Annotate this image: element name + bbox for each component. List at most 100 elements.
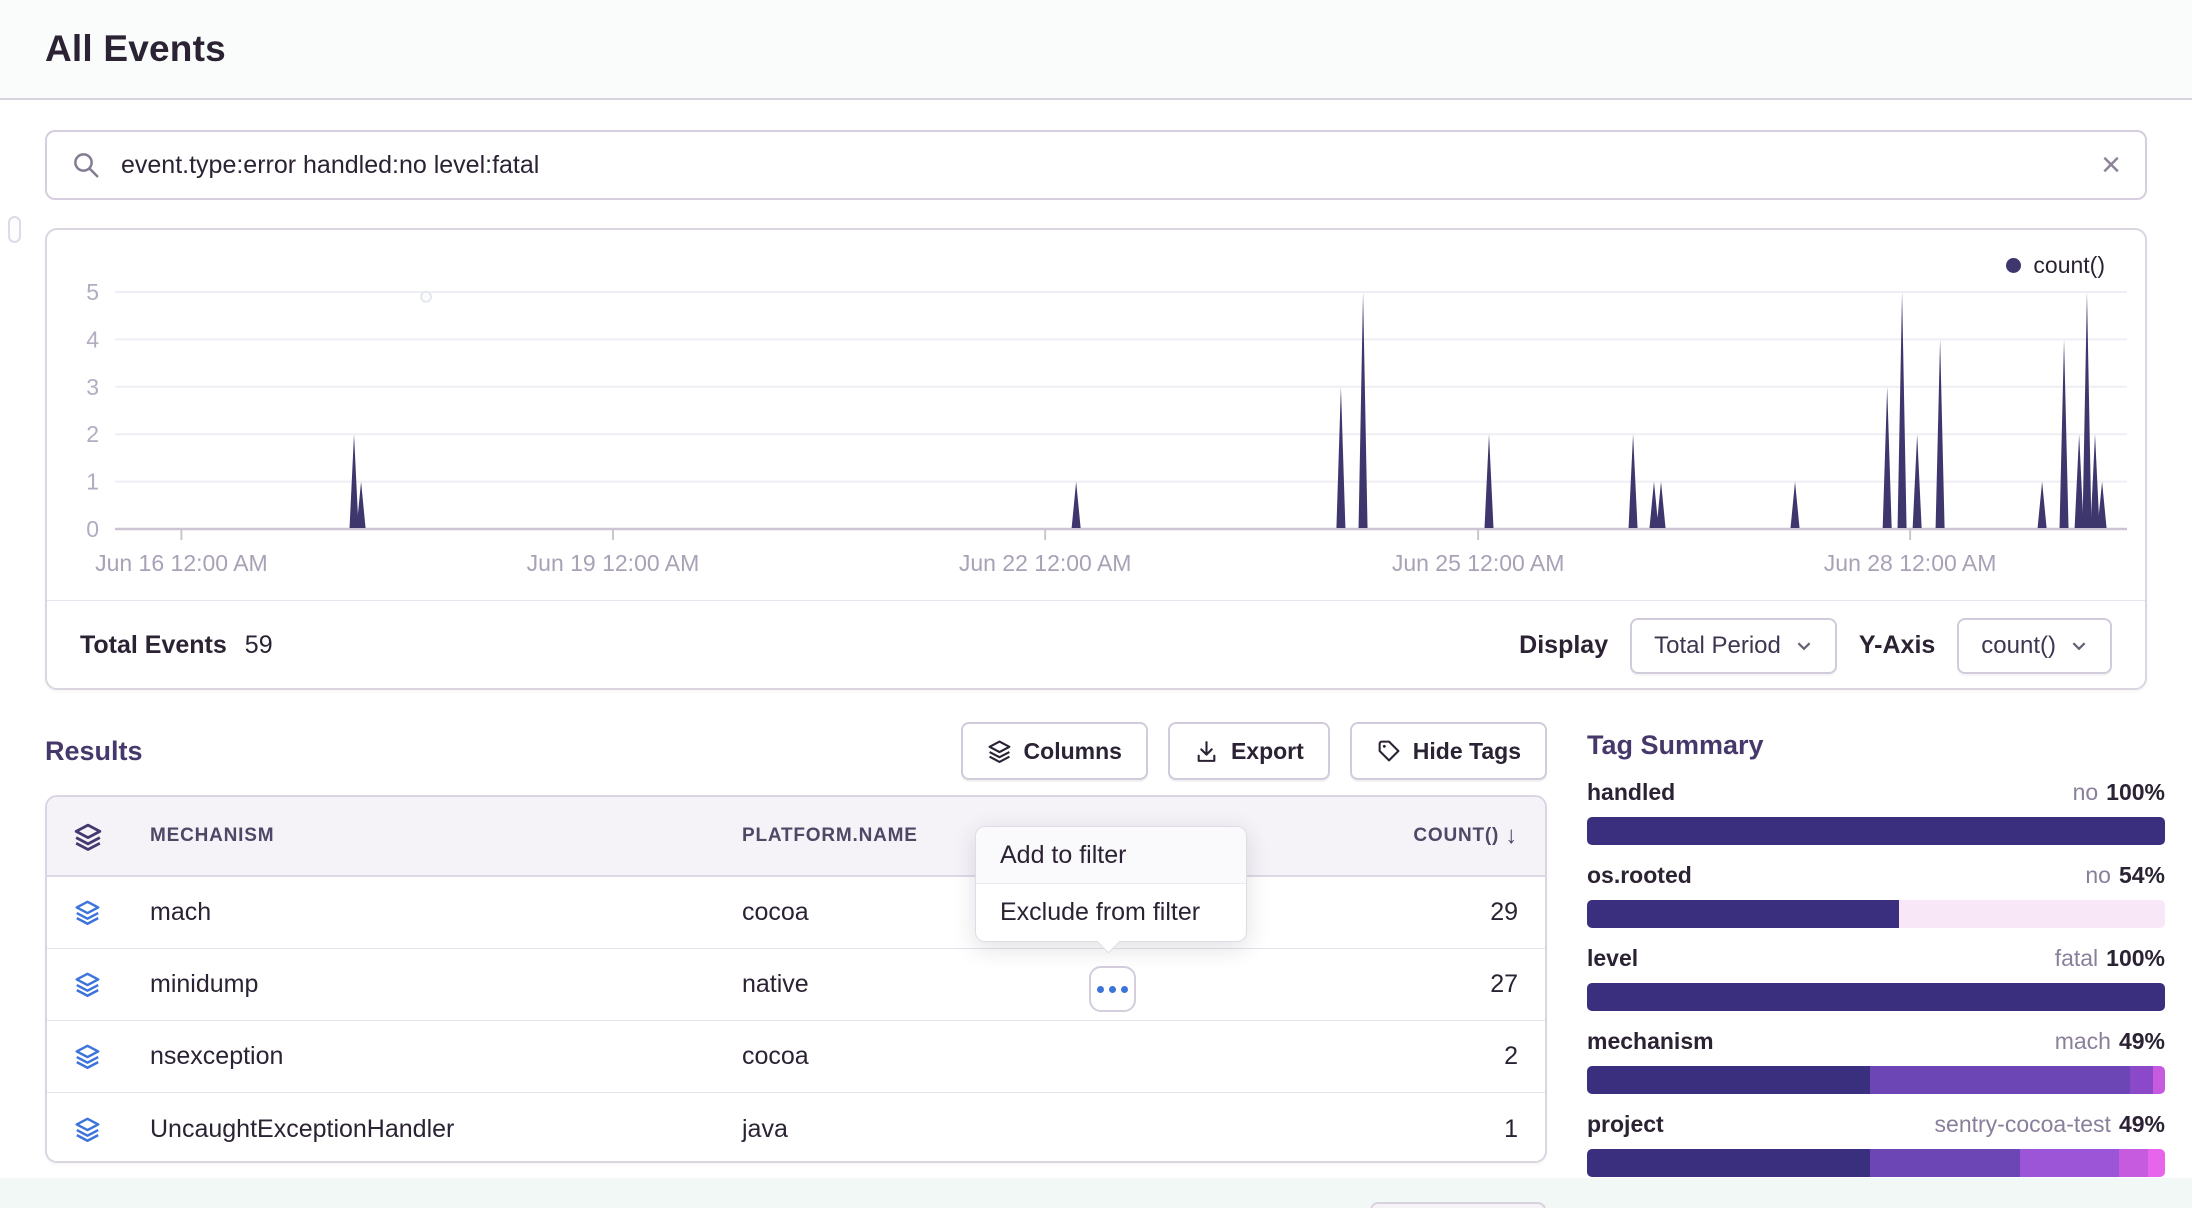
cell-platform[interactable]: native xyxy=(742,970,809,999)
search-icon xyxy=(71,150,101,180)
tag-top-value: fatal xyxy=(2055,945,2098,971)
svg-text:2: 2 xyxy=(86,421,99,447)
cell-actions-context-menu: Add to filter Exclude from filter xyxy=(975,826,1247,942)
chevron-down-icon xyxy=(1795,637,1813,655)
cell-mechanism[interactable]: mach xyxy=(150,898,211,927)
tag-top-value: no xyxy=(2073,779,2099,805)
tag-summary-heading: Tag Summary xyxy=(1587,730,2165,761)
hide-tags-button-label: Hide Tags xyxy=(1413,738,1521,765)
column-header-platform[interactable]: PLATFORM.NAME xyxy=(742,825,918,847)
tag-name: level xyxy=(1587,945,1638,972)
tag-top-value: mach xyxy=(2055,1028,2111,1054)
tag-top-value: sentry-cocoa-test xyxy=(1935,1111,2111,1137)
clear-search-icon[interactable]: × xyxy=(2101,148,2121,182)
results-heading: Results xyxy=(45,736,143,767)
tag-name: project xyxy=(1587,1111,1664,1138)
events-chart-panel: count() 0 1 2 3 4 5 Jun 16 12:00 AM Jun 19 12:0… xyxy=(45,228,2147,690)
table-row[interactable]: UncaughtExceptionHandler java 1 xyxy=(47,1093,1545,1163)
search-bar[interactable]: event.type:error handled:no level:fatal … xyxy=(45,130,2147,200)
drag-handle[interactable] xyxy=(8,216,21,243)
svg-text:Jun 22 12:00 AM: Jun 22 12:00 AM xyxy=(959,550,1132,576)
chevron-down-icon xyxy=(2070,637,2088,655)
cell-count: 1 xyxy=(1504,1115,1518,1144)
pagination-cutoff[interactable] xyxy=(1370,1202,1546,1208)
display-label: Display xyxy=(1519,631,1608,660)
tag-distribution-bar[interactable] xyxy=(1587,1149,2165,1177)
cell-mechanism[interactable]: nsexception xyxy=(150,1042,283,1071)
hide-tags-button[interactable]: Hide Tags xyxy=(1350,722,1547,780)
cell-mechanism[interactable]: minidump xyxy=(150,970,258,999)
svg-text:Jun 16 12:00 AM: Jun 16 12:00 AM xyxy=(95,550,268,576)
tag-distribution-bar[interactable] xyxy=(1587,900,2165,928)
svg-text:5: 5 xyxy=(86,279,99,305)
tag-entry-project: project sentry-cocoa-test 49% xyxy=(1587,1111,2165,1177)
tag-icon xyxy=(1376,739,1401,764)
columns-button-label: Columns xyxy=(1024,738,1122,765)
chart-footer: Total Events 59 Display Total Period Y-A… xyxy=(47,601,2145,690)
svg-text:3: 3 xyxy=(86,374,99,400)
page-title: All Events xyxy=(45,28,226,70)
layers-icon xyxy=(74,899,101,926)
cell-count: 29 xyxy=(1490,898,1518,927)
results-table: MECHANISM PLATFORM.NAME COUNT() ↓ mach c… xyxy=(45,795,1547,1163)
tag-percent: 49% xyxy=(2119,1111,2165,1137)
table-header-row: MECHANISM PLATFORM.NAME COUNT() ↓ xyxy=(47,797,1545,877)
tag-percent: 100% xyxy=(2106,945,2165,971)
tag-entry-handled: handled no 100% xyxy=(1587,779,2165,845)
total-events-value: 59 xyxy=(245,631,273,660)
svg-text:Jun 19 12:00 AM: Jun 19 12:00 AM xyxy=(527,550,700,576)
sort-desc-icon: ↓ xyxy=(1505,822,1518,850)
yaxis-label: Y-Axis xyxy=(1859,631,1935,660)
tag-entry-level: level fatal 100% xyxy=(1587,945,2165,1011)
cell-count: 2 xyxy=(1504,1042,1518,1071)
svg-text:Jun 28 12:00 AM: Jun 28 12:00 AM xyxy=(1824,550,1997,576)
table-row[interactable]: minidump native 27 xyxy=(47,949,1545,1021)
events-spike-chart[interactable]: 0 1 2 3 4 5 Jun 16 12:00 AM Jun 19 12:00 AM Jun … xyxy=(47,264,2145,614)
svg-text:Jun 25 12:00 AM: Jun 25 12:00 AM xyxy=(1392,550,1565,576)
svg-text:0: 0 xyxy=(86,516,99,542)
yaxis-dropdown-value: count() xyxy=(1981,632,2056,660)
svg-text:1: 1 xyxy=(86,469,99,495)
count-header-label: COUNT() xyxy=(1413,825,1499,847)
page-header: All Events xyxy=(0,0,2192,100)
cell-platform[interactable]: cocoa xyxy=(742,1042,809,1071)
table-row[interactable]: nsexception cocoa 2 xyxy=(47,1021,1545,1093)
tag-name: mechanism xyxy=(1587,1028,1714,1055)
yaxis-dropdown[interactable]: count() xyxy=(1957,618,2112,674)
tag-distribution-bar[interactable] xyxy=(1587,1066,2165,1094)
table-row[interactable]: mach cocoa 29 xyxy=(47,877,1545,949)
columns-button[interactable]: Columns xyxy=(961,722,1148,780)
layers-icon xyxy=(74,1116,101,1143)
menu-item-add-to-filter[interactable]: Add to filter xyxy=(976,827,1246,884)
tag-distribution-bar[interactable] xyxy=(1587,817,2165,845)
tag-top-value: no xyxy=(2085,862,2111,888)
layers-icon[interactable] xyxy=(73,822,103,852)
cell-platform[interactable]: java xyxy=(742,1115,788,1144)
display-dropdown-value: Total Period xyxy=(1654,632,1781,660)
layers-icon xyxy=(74,971,101,998)
tag-entry-mechanism: mechanism mach 49% xyxy=(1587,1028,2165,1094)
column-header-mechanism[interactable]: MECHANISM xyxy=(150,825,274,847)
results-header: Results Columns Export Hide Tags xyxy=(45,722,1547,780)
total-events-label: Total Events xyxy=(80,631,227,660)
tag-distribution-bar[interactable] xyxy=(1587,983,2165,1011)
export-button[interactable]: Export xyxy=(1168,722,1330,780)
tag-entry-os-rooted: os.rooted no54% xyxy=(1587,862,2165,928)
cell-mechanism[interactable]: UncaughtExceptionHandler xyxy=(150,1115,454,1144)
cell-count: 27 xyxy=(1490,970,1518,999)
row-actions-ellipsis-button[interactable] xyxy=(1089,966,1136,1012)
tag-name: handled xyxy=(1587,779,1675,806)
column-header-count[interactable]: COUNT() ↓ xyxy=(1413,822,1518,850)
layers-icon xyxy=(74,1043,101,1070)
search-input[interactable]: event.type:error handled:no level:fatal xyxy=(121,151,2101,180)
download-icon xyxy=(1194,739,1219,764)
svg-text:4: 4 xyxy=(86,326,99,352)
tag-name: os.rooted xyxy=(1587,862,1692,889)
page: All Events event.type:error handled:no l… xyxy=(0,0,2192,1208)
cell-platform[interactable]: cocoa xyxy=(742,898,809,927)
tag-summary-panel: Tag Summary handled no 100% os.rooted no5… xyxy=(1587,730,2165,1194)
tag-percent: 49% xyxy=(2119,1028,2165,1054)
display-dropdown[interactable]: Total Period xyxy=(1630,618,1837,674)
layers-icon xyxy=(987,739,1012,764)
tag-percent: 100% xyxy=(2106,779,2165,805)
